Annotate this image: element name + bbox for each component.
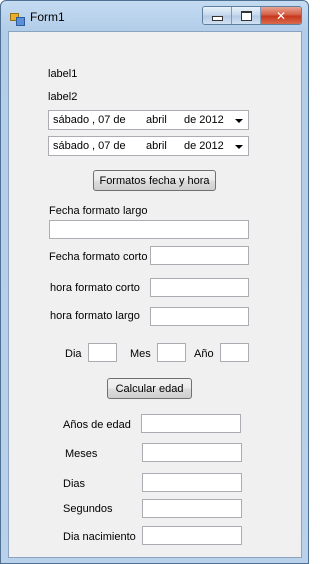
date-month: abril <box>146 140 167 152</box>
date-picker-2[interactable]: sábado , 07 de abril de 2012 <box>48 136 249 156</box>
formatos-fecha-hora-button[interactable]: Formatos fecha y hora <box>93 170 216 191</box>
date-day: , 07 de <box>92 114 126 126</box>
close-button[interactable]: ✕ <box>261 7 301 24</box>
meses-field[interactable] <box>142 443 242 462</box>
date-month: abril <box>146 114 167 126</box>
label1: label1 <box>48 68 78 80</box>
dias-label: Dias <box>63 478 86 490</box>
dia-nacimiento-field[interactable] <box>142 526 242 545</box>
date-day: , 07 de <box>92 140 126 152</box>
segundos-field[interactable] <box>142 499 242 518</box>
dia-field[interactable] <box>88 343 117 362</box>
meses-label: Meses <box>65 448 98 460</box>
anios-de-edad-label: Años de edad <box>63 419 131 431</box>
minimize-button[interactable] <box>203 7 232 24</box>
date-weekday: sábado <box>53 140 90 152</box>
label2: label2 <box>48 91 78 103</box>
date-year: de 2012 <box>184 140 224 152</box>
anio-field[interactable] <box>220 343 249 362</box>
dias-field[interactable] <box>142 473 242 492</box>
fecha-formato-corto-field[interactable] <box>150 246 249 265</box>
form1-window: Form1 ✕ label1 label2 sábado , 07 de abr… <box>0 0 309 564</box>
segundos-label: Segundos <box>63 503 113 515</box>
maximize-button[interactable] <box>232 7 261 24</box>
fecha-formato-largo-label: Fecha formato largo <box>49 205 148 217</box>
hora-formato-corto-field[interactable] <box>150 278 249 297</box>
dia-label: Dia <box>65 348 82 360</box>
date-year: de 2012 <box>184 114 224 126</box>
anio-label: Año <box>194 348 214 360</box>
form-client-area: label1 label2 sábado , 07 de abril de 20… <box>8 31 302 558</box>
mes-label: Mes <box>130 348 151 360</box>
minimize-icon <box>211 16 223 21</box>
close-icon: ✕ <box>275 8 287 23</box>
window-controls: ✕ <box>202 6 302 25</box>
dropdown-arrow-icon[interactable] <box>235 145 243 149</box>
hora-formato-largo-label: hora formato largo <box>50 310 140 322</box>
fecha-formato-largo-field[interactable] <box>49 220 249 239</box>
dia-nacimiento-label: Dia nacimiento <box>63 531 136 543</box>
date-weekday: sábado <box>53 114 90 126</box>
hora-formato-largo-field[interactable] <box>150 307 249 326</box>
dropdown-arrow-icon[interactable] <box>235 119 243 123</box>
anios-de-edad-field[interactable] <box>141 414 241 433</box>
title-bar[interactable]: Form1 ✕ <box>1 1 308 31</box>
date-picker-1[interactable]: sábado , 07 de abril de 2012 <box>48 110 249 130</box>
hora-formato-corto-label: hora formato corto <box>50 282 140 294</box>
mes-field[interactable] <box>157 343 186 362</box>
calcular-edad-button[interactable]: Calcular edad <box>107 378 192 399</box>
fecha-formato-corto-label: Fecha formato corto <box>49 251 148 263</box>
window-title: Form1 <box>30 10 65 24</box>
maximize-icon <box>240 10 252 21</box>
app-icon[interactable] <box>10 13 25 26</box>
